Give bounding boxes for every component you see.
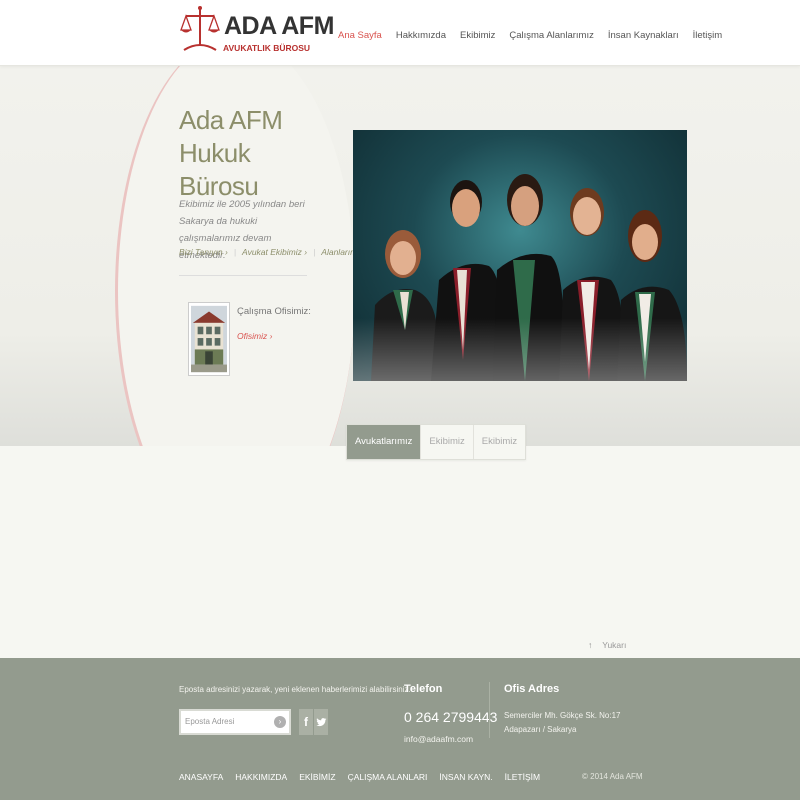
- link-separator: |: [233, 247, 237, 257]
- back-to-top-link[interactable]: ↑ Yukarı: [588, 640, 626, 650]
- up-arrow-icon: ↑: [588, 640, 593, 650]
- footer-nav-anasayfa[interactable]: ANASAYFA: [179, 772, 223, 782]
- footer-nav-calisma-alanlari[interactable]: ÇALIŞMA ALANLARI: [348, 772, 428, 782]
- hero-divider: [179, 275, 307, 276]
- nav-item-calisma-alanlarimiz[interactable]: Çalışma Alanlarımız: [509, 30, 593, 41]
- newsletter-text: Eposta adresinizi yazarak, yeni eklenen …: [179, 685, 411, 694]
- nav-item-ana-sayfa[interactable]: Ana Sayfa: [338, 30, 382, 41]
- copyright: © 2014 Ada AFM: [582, 772, 643, 781]
- office-title: Çalışma Ofisimiz:: [237, 306, 311, 317]
- office-link[interactable]: Ofisimiz ›: [237, 331, 272, 341]
- team-photo-image: [353, 130, 687, 381]
- site-logo[interactable]: ADA AFM AVUKATLIK BÜROSU: [180, 4, 334, 56]
- hero-title: Ada AFM Hukuk Bürosu: [179, 105, 283, 201]
- team-tabs: Avukatlarımız Ekibimiz Ekibimiz: [346, 424, 527, 460]
- nav-item-iletisim[interactable]: İletişim: [693, 30, 723, 41]
- office-thumbnail[interactable]: [188, 302, 230, 376]
- logo-subtitle: AVUKATLIK BÜROSU: [223, 43, 311, 53]
- hero-links: Bizi Tanıyın › | Avukat Ekibimiz › | Ala…: [179, 247, 369, 257]
- newsletter-email-input[interactable]: Eposta Adresi ›: [179, 709, 291, 735]
- main-nav: Ana Sayfa Hakkımızda Ekibimiz Çalışma Al…: [338, 30, 722, 41]
- office-building-image: [191, 305, 227, 373]
- footer-nav-iletisim[interactable]: İLETİŞİM: [505, 772, 540, 782]
- link-separator: |: [313, 247, 316, 257]
- nav-item-hakkimizda[interactable]: Hakkımızda: [396, 30, 446, 41]
- footer-divider: [489, 682, 490, 738]
- logo-brand: ADA AFM: [224, 12, 334, 40]
- submit-arrow-icon[interactable]: ›: [274, 716, 286, 728]
- tab-ekibimiz-2[interactable]: Ekibimiz: [474, 425, 525, 459]
- link-bizi-taniyin[interactable]: Bizi Tanıyın ›: [179, 247, 228, 257]
- nav-item-insan-kaynaklari[interactable]: İnsan Kaynakları: [608, 30, 679, 41]
- tab-avukatlarimiz[interactable]: Avukatlarımız: [347, 425, 422, 459]
- tab-ekibimiz[interactable]: Ekibimiz: [421, 425, 474, 459]
- site-footer: Eposta adresinizi yazarak, yeni eklenen …: [0, 658, 800, 800]
- phone-label: Telefon: [404, 683, 443, 695]
- email-placeholder: Eposta Adresi: [185, 717, 235, 726]
- footer-nav-insan-kayn[interactable]: İNSAN KAYN.: [439, 772, 492, 782]
- twitter-icon[interactable]: [314, 709, 328, 735]
- team-photo: [353, 130, 687, 381]
- facebook-icon[interactable]: f: [299, 709, 313, 735]
- nav-item-ekibimiz[interactable]: Ekibimiz: [460, 30, 495, 41]
- scales-of-justice-icon: [180, 6, 220, 51]
- footer-nav-hakkimizda[interactable]: HAKKIMIZDA: [235, 772, 287, 782]
- back-to-top-label: Yukarı: [602, 640, 627, 650]
- site-header: ADA AFM AVUKATLIK BÜROSU Ana Sayfa Hakkı…: [0, 0, 800, 66]
- footer-nav: ANASAYFA HAKKIMIZDA EKİBİMİZ ÇALIŞMA ALA…: [179, 772, 540, 782]
- footer-nav-ekibimiz[interactable]: EKİBİMİZ: [299, 772, 335, 782]
- office-address: Semerciler Mh. Gökçe Sk. No:17 Adapazarı…: [504, 711, 621, 734]
- address-label: Ofis Adres: [504, 683, 560, 695]
- footer-email[interactable]: info@adaafm.com: [404, 734, 473, 744]
- phone-number[interactable]: 0 264 2799443: [404, 709, 497, 725]
- link-avukat-ekibimiz[interactable]: Avukat Ekibimiz ›: [242, 247, 307, 257]
